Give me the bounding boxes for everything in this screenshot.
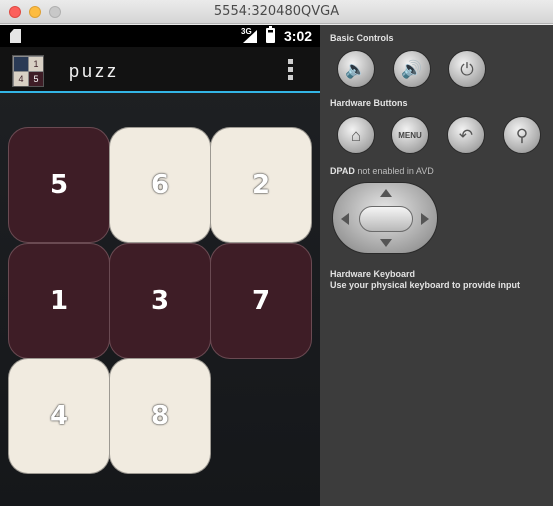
app-icon-cell: 5 <box>29 72 43 86</box>
volume-up-icon: 🔊 <box>401 59 423 79</box>
dpad-down-icon[interactable] <box>380 239 392 247</box>
puzzle-tile[interactable]: 5 <box>8 127 110 243</box>
window-title: 5554:320480QVGA <box>213 4 340 19</box>
home-icon: ⌂ <box>350 125 362 145</box>
search-icon: ⚲ <box>515 125 529 145</box>
app-title: puzz <box>69 61 120 81</box>
power-button[interactable]: ⏻ <box>448 50 486 88</box>
puzzle-tile[interactable]: 8 <box>109 358 211 474</box>
emulator-control-panel: Basic Controls 🔈 🔊 ⏻ Hardware Buttons ⌂ … <box>320 25 553 506</box>
back-icon: ↶ <box>458 125 474 145</box>
puzzle-tile[interactable]: 3 <box>109 243 211 359</box>
puzzle-tile[interactable]: 7 <box>210 243 312 359</box>
status-clock: 3:02 <box>284 28 313 44</box>
hardware-keyboard-label: Hardware Keyboard <box>330 269 416 279</box>
app-icon-cell <box>14 57 28 71</box>
battery-icon <box>266 26 275 43</box>
puzzle-tile[interactable]: 1 <box>8 243 110 359</box>
hardware-keyboard-section: Hardware Keyboard Use your physical keyb… <box>330 269 520 291</box>
puzzle-tile[interactable]: 2 <box>210 127 312 243</box>
power-icon: ⏻ <box>460 59 474 79</box>
puzzle-tile[interactable]: 6 <box>109 127 211 243</box>
dpad-left-icon[interactable] <box>341 213 349 225</box>
overflow-menu-icon[interactable] <box>288 59 294 81</box>
menu-button-label: MENU <box>398 130 422 140</box>
puzzle-tile[interactable]: 4 <box>8 358 110 474</box>
app-icon-cell: 1 <box>29 57 43 71</box>
search-button[interactable]: ⚲ <box>503 116 541 154</box>
status-bar: 3G 3:02 <box>0 25 320 47</box>
volume-down-button[interactable]: 🔈 <box>337 50 375 88</box>
volume-down-icon: 🔈 <box>345 59 367 79</box>
hardware-buttons-label: Hardware Buttons <box>330 98 408 108</box>
app-icon-cell: 4 <box>14 72 28 86</box>
network-type-label: 3G <box>241 27 252 36</box>
menu-button[interactable]: MENU <box>391 116 429 154</box>
device-screen: 3G 3:02 1 4 5 puzz 5 6 2 1 3 7 4 8 <box>0 25 320 506</box>
volume-up-button[interactable]: 🔊 <box>393 50 431 88</box>
dpad-label-text: DPAD <box>330 166 355 176</box>
home-button[interactable]: ⌂ <box>337 116 375 154</box>
hardware-keyboard-note: Use your physical keyboard to provide in… <box>330 280 521 290</box>
dpad-note: not enabled in AVD <box>357 166 434 176</box>
dpad-right-icon[interactable] <box>421 213 429 225</box>
action-bar: 1 4 5 puzz <box>0 47 320 93</box>
dpad-center-button[interactable] <box>359 206 413 232</box>
app-icon[interactable]: 1 4 5 <box>12 55 44 87</box>
sd-card-icon <box>10 29 21 43</box>
back-button[interactable]: ↶ <box>447 116 485 154</box>
dpad-label: DPAD not enabled in AVD <box>330 166 434 176</box>
basic-controls-label: Basic Controls <box>330 33 394 43</box>
dpad-control[interactable] <box>332 182 438 254</box>
window-titlebar: 5554:320480QVGA <box>0 0 553 24</box>
dpad-up-icon[interactable] <box>380 189 392 197</box>
